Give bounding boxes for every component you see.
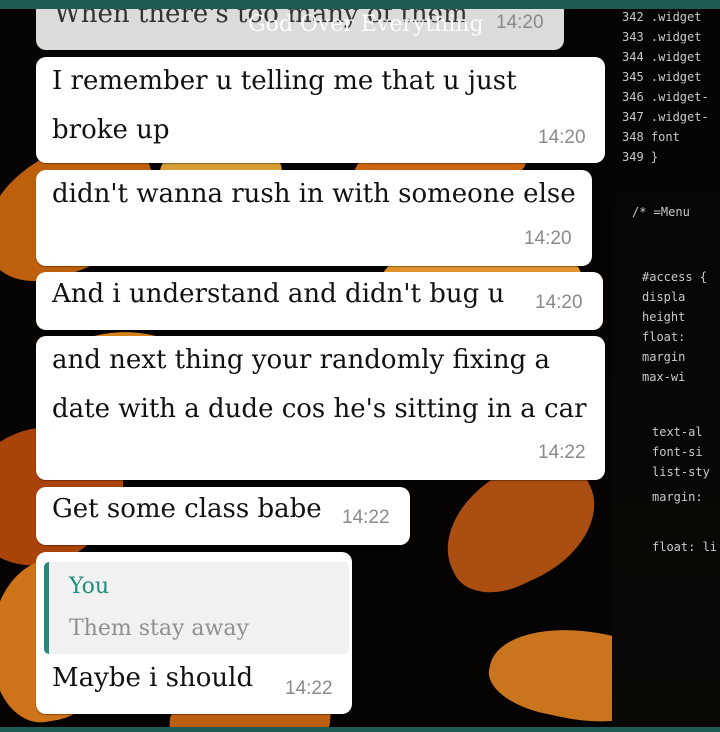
quoted-message[interactable]: You Them stay away [44, 562, 349, 654]
message-time: 14:20 [538, 127, 586, 148]
message-text: didn't wanna rush in with someone else [52, 179, 576, 209]
code-line: 348 font [622, 130, 680, 144]
code-line: margin: [652, 490, 703, 504]
code-line: #access { [642, 270, 708, 284]
wallpaper-code-snippet: 342 .widget 343 .widget 344 .widget 345 … [612, 0, 720, 732]
message-bubble[interactable]: and next thing your randomly fixing a da… [36, 336, 605, 480]
message-bubble[interactable]: And i understand and didn't bug u 14:20 [36, 272, 603, 330]
top-accent-bar [0, 0, 720, 9]
message-time: 14:20 [496, 12, 544, 33]
reply-message-bubble[interactable]: You Them stay away Maybe i should 14:22 [36, 552, 352, 714]
code-line: 345 .widget [622, 70, 702, 84]
message-text: Maybe i should [52, 663, 254, 693]
code-line: height [642, 310, 686, 324]
code-line: 347 .widget- [622, 110, 709, 124]
code-line: displa [642, 290, 686, 304]
bottom-accent-bar [0, 727, 720, 732]
message-text: I remember u telling me that u just brok… [52, 66, 517, 145]
chat-name-overlay: God Over Everything [248, 12, 484, 37]
quoted-text: Them stay away [69, 616, 249, 641]
message-time: 14:22 [342, 507, 390, 528]
code-line: list-sty [652, 465, 710, 479]
code-line: 349 } [622, 150, 659, 164]
message-bubble[interactable]: didn't wanna rush in with someone else 1… [36, 170, 592, 266]
code-line: font-si [652, 445, 703, 459]
message-time: 14:22 [538, 442, 586, 463]
message-time: 14:20 [524, 228, 572, 249]
message-time: 14:20 [535, 292, 583, 313]
message-bubble[interactable]: Get some class babe 14:22 [36, 487, 410, 545]
code-line: 342 .widget [622, 10, 702, 24]
code-line: margin [642, 350, 686, 364]
code-line: max-wi [642, 370, 686, 384]
message-bubble[interactable]: I remember u telling me that u just brok… [36, 57, 605, 163]
message-text: and next thing your randomly fixing a da… [52, 345, 587, 424]
message-time: 14:22 [285, 678, 333, 699]
message-text: And i understand and didn't bug u [52, 279, 505, 309]
message-text: Get some class babe [52, 494, 322, 524]
code-line: 344 .widget [622, 50, 702, 64]
code-line: /* =Menu [632, 205, 690, 219]
quoted-author: You [69, 574, 110, 599]
code-line: float: li [652, 540, 718, 554]
code-line: 343 .widget [622, 30, 702, 44]
code-line: text-al [652, 425, 703, 439]
code-line: float: [642, 330, 686, 344]
code-line: 346 .widget- [622, 90, 709, 104]
